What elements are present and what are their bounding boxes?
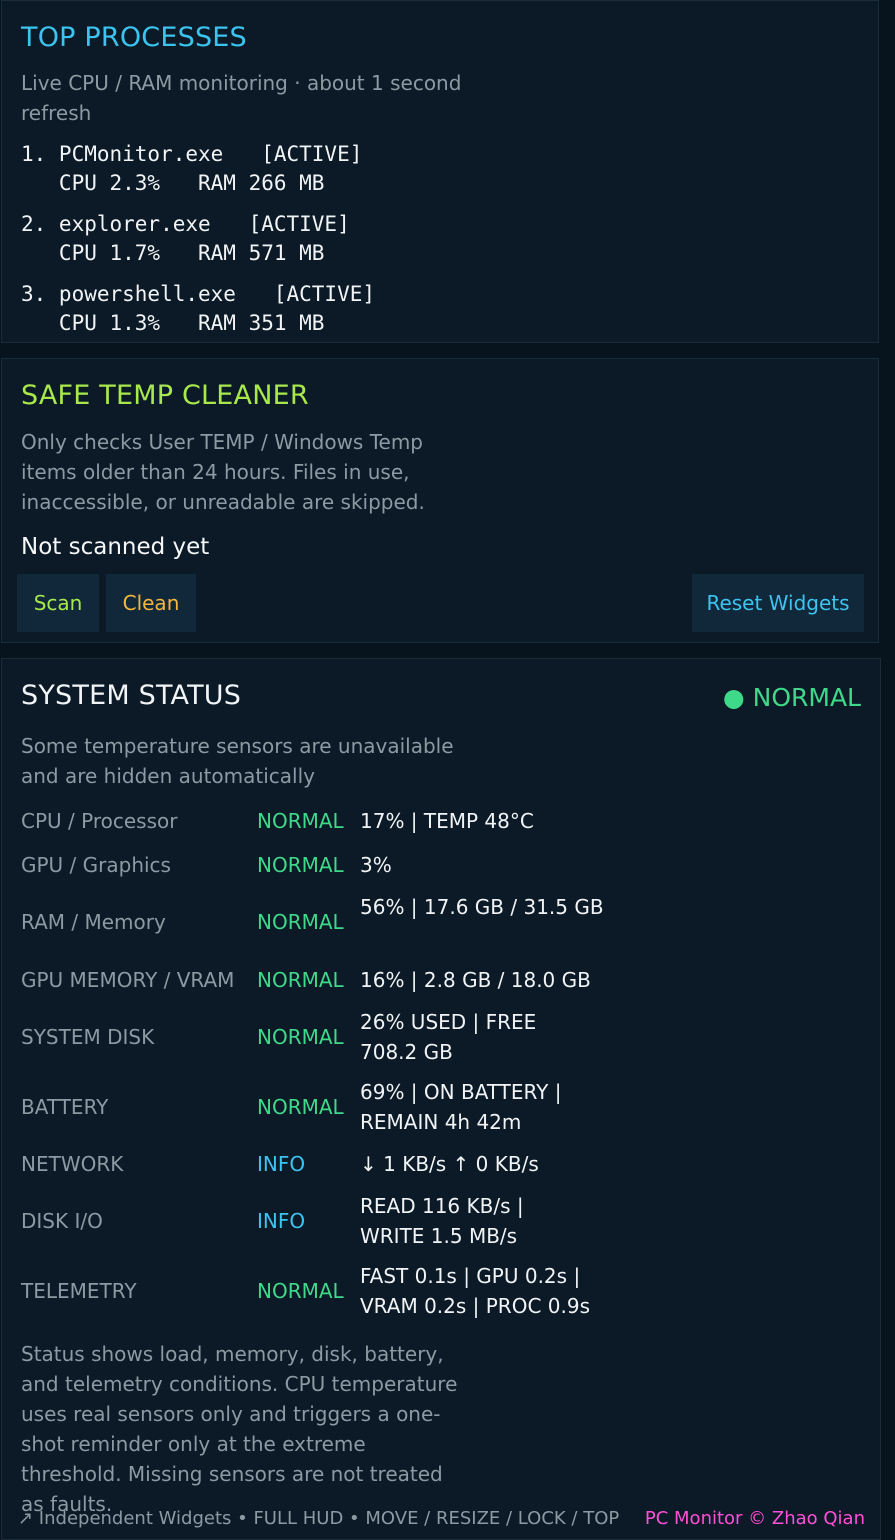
process-3-stats: CPU 1.3% RAM 351 MB: [21, 311, 325, 335]
status-row-label: RAM / Memory: [21, 910, 166, 934]
system-status-title: SYSTEM STATUS: [21, 680, 242, 711]
overall-status-badge: ● NORMAL: [722, 683, 861, 712]
status-row-label: NETWORK: [21, 1152, 124, 1176]
status-row-state: NORMAL: [257, 809, 344, 833]
status-row-label: TELEMETRY: [21, 1279, 137, 1303]
top-processes-title: TOP PROCESSES: [21, 22, 247, 53]
status-row-label: SYSTEM DISK: [21, 1025, 155, 1049]
status-row-label: DISK I/O: [21, 1209, 103, 1233]
scan-button[interactable]: Scan: [17, 574, 99, 632]
top-processes-panel: TOP PROCESSES Live CPU / RAM monitoring …: [1, 0, 879, 343]
brand-credit: PC Monitor © Zhao Qian: [644, 1508, 865, 1529]
status-row-state: NORMAL: [257, 853, 344, 877]
status-row-value: ↓ 1 KB/s ↑ 0 KB/s: [360, 1152, 539, 1176]
system-status-footnote: Status shows load, memory, disk, battery…: [21, 1342, 458, 1516]
status-row-state: INFO: [257, 1152, 306, 1176]
system-status-subtitle: Some temperature sensors are unavailable…: [21, 734, 454, 788]
status-row-label: BATTERY: [21, 1095, 109, 1119]
status-row-label: GPU / Graphics: [21, 853, 171, 877]
top-processes-subtitle: Live CPU / RAM monitoring · about 1 seco…: [21, 71, 462, 125]
temp-cleaner-description: Only checks User TEMP / Windows Temp ite…: [21, 430, 425, 514]
process-2-stats: CPU 1.7% RAM 571 MB: [21, 241, 325, 265]
status-row-state: NORMAL: [257, 1279, 344, 1303]
status-row-state: NORMAL: [257, 1025, 344, 1049]
status-row-label: GPU MEMORY / VRAM: [21, 968, 235, 992]
status-row-value: 56% | 17.6 GB / 31.5 GB: [360, 895, 604, 919]
status-row-value: 3%: [360, 853, 392, 877]
status-row-state: NORMAL: [257, 910, 344, 934]
process-1-name: 1. PCMonitor.exe [ACTIVE]: [21, 142, 363, 166]
status-row-state: NORMAL: [257, 1095, 344, 1119]
scan-status-text: Not scanned yet: [21, 534, 210, 560]
clean-button[interactable]: Clean: [106, 574, 196, 632]
process-3-name: 3. powershell.exe [ACTIVE]: [21, 282, 376, 306]
temp-cleaner-title: SAFE TEMP CLEANER: [21, 380, 309, 411]
reset-widgets-button[interactable]: Reset Widgets: [692, 574, 864, 632]
process-1-stats: CPU 2.3% RAM 266 MB: [21, 171, 325, 195]
status-row-value: 69% | ON BATTERY | REMAIN 4h 42m: [360, 1080, 562, 1134]
temp-cleaner-panel: SAFE TEMP CLEANER Only checks User TEMP …: [1, 358, 879, 643]
status-row-value: 17% | TEMP 48°C: [360, 809, 534, 833]
status-row-label: CPU / Processor: [21, 809, 178, 833]
process-2-name: 2. explorer.exe [ACTIVE]: [21, 212, 350, 236]
widget-controls-footer[interactable]: ↗ Independent Widgets • FULL HUD • MOVE …: [18, 1508, 619, 1529]
status-row-state: NORMAL: [257, 968, 344, 992]
status-row-value: 26% USED | FREE 708.2 GB: [360, 1010, 537, 1064]
status-row-value: 16% | 2.8 GB / 18.0 GB: [360, 968, 591, 992]
status-row-value: FAST 0.1s | GPU 0.2s | VRAM 0.2s | PROC …: [360, 1264, 590, 1318]
status-row-state: INFO: [257, 1209, 306, 1233]
system-status-panel: SYSTEM STATUS ● NORMAL Some temperature …: [1, 658, 881, 1540]
status-row-value: READ 116 KB/s | WRITE 1.5 MB/s: [360, 1194, 524, 1248]
